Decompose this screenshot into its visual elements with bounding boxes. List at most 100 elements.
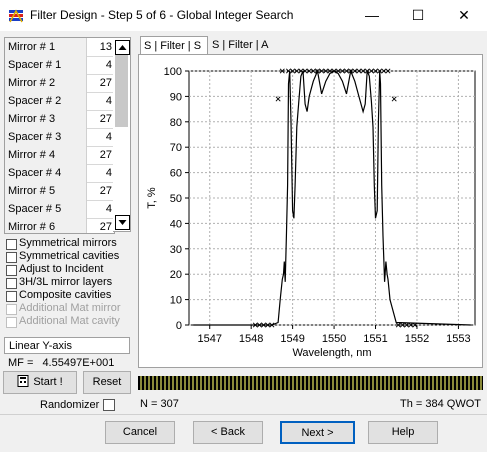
y-tick-label: 80: [170, 117, 182, 129]
randomizer-checkbox[interactable]: [103, 399, 115, 411]
scroll-up-icon: [118, 45, 127, 50]
thickness-status: Th = 384 QWOT: [400, 398, 481, 410]
option-label: Symmetrical cavities: [19, 250, 120, 262]
layer-row[interactable]: Spacer # 54: [5, 200, 114, 219]
start-label: Start !: [33, 376, 63, 388]
scroll-up-button[interactable]: [115, 40, 130, 55]
grid-scrollbar[interactable]: [113, 37, 131, 232]
layer-name: Spacer # 5: [5, 200, 87, 218]
checkbox-box[interactable]: [6, 252, 17, 263]
layer-name: Mirror # 2: [5, 74, 87, 92]
option-checkbox[interactable]: Symmetrical cavities: [6, 250, 134, 263]
window-title: Filter Design - Step 5 of 6 - Global Int…: [30, 8, 294, 22]
x-tick-label: 1549: [280, 333, 304, 345]
scroll-thumb[interactable]: [115, 55, 128, 127]
scroll-down-icon: [118, 220, 127, 225]
cancel-button[interactable]: Cancel: [105, 421, 175, 444]
option-label: Additional Mat cavity: [19, 315, 120, 327]
layer-value[interactable]: 27: [87, 218, 114, 233]
back-button[interactable]: < Back: [193, 421, 263, 444]
y-tick-label: 0: [176, 320, 182, 332]
layer-row[interactable]: Mirror # 4 27: [5, 146, 114, 165]
tab-s-filter-s[interactable]: S | Filter | S: [140, 36, 208, 54]
app-icon: [9, 9, 23, 23]
y-tick-label: 60: [170, 168, 182, 180]
y-tick-label: 50: [170, 193, 182, 205]
footer-divider: [0, 414, 487, 415]
layer-name: Mirror # 4: [5, 146, 87, 164]
layer-value[interactable]: 27: [87, 110, 114, 128]
randomizer-label: Randomizer: [40, 399, 100, 411]
layer-value[interactable]: 4: [87, 92, 114, 110]
x-axis-label: Wavelength, nm: [292, 347, 371, 359]
option-checkbox[interactable]: Adjust to Incident: [6, 263, 134, 276]
option-label: 3H/3L mirror layers: [19, 276, 113, 288]
option-label: Additional Mat mirror: [19, 302, 121, 314]
checkbox-box: [6, 304, 17, 315]
layer-row[interactable]: Mirror # 3 27: [5, 110, 114, 129]
next-button[interactable]: Next >: [280, 421, 355, 444]
plot-area: [188, 70, 476, 326]
layer-value[interactable]: 4: [87, 164, 114, 182]
close-button[interactable]: ✕: [441, 0, 487, 31]
axis-mode-select[interactable]: Linear Y-axis: [4, 337, 130, 354]
y-tick-label: 10: [170, 295, 182, 307]
x-tick-label: 1553: [446, 333, 470, 345]
layer-grid[interactable]: Mirror # 1 13 Spacer # 1 4 Mirror # 2 27 Space…: [4, 37, 115, 234]
y-axis-label: T, %: [146, 187, 158, 209]
search-progress-bar: [138, 376, 483, 390]
layer-row[interactable]: Mirror # 6 27: [5, 218, 114, 233]
layer-value[interactable]: 4: [87, 56, 114, 74]
layer-row[interactable]: Spacer # 44: [5, 164, 114, 183]
option-checkbox: Additional Mat mirror: [6, 302, 134, 315]
layer-name: Spacer # 2: [5, 92, 87, 110]
y-tick-label: 30: [170, 244, 182, 256]
chart-svg: 1547 1548 1549 1550 1551 1552 1553 0 10 20 30 40 50 6…: [146, 66, 476, 359]
layer-name: Mirror # 3: [5, 110, 87, 128]
y-tick-label: 100: [164, 66, 182, 78]
transmission-chart: 1547 1548 1549 1550 1551 1552 1553 0 10 20 30 40 50 6…: [138, 54, 483, 368]
option-checkbox[interactable]: Symmetrical mirrors: [6, 237, 134, 250]
reset-button[interactable]: Reset: [83, 371, 131, 394]
option-checkbox[interactable]: Composite cavities: [6, 289, 134, 302]
scroll-down-button[interactable]: [115, 215, 130, 230]
layer-row[interactable]: Mirror # 1 13: [5, 38, 114, 57]
layer-value[interactable]: 13: [87, 38, 114, 56]
y-tick-label: 40: [170, 218, 182, 230]
layer-value[interactable]: 4: [87, 128, 114, 146]
layer-row[interactable]: Spacer # 24: [5, 92, 114, 111]
option-label: Composite cavities: [19, 289, 112, 301]
merit-function-readout: MF = 4.55497E+001: [8, 357, 114, 369]
start-button[interactable]: Start !: [3, 371, 77, 394]
option-label: Adjust to Incident: [19, 263, 104, 275]
y-tick-label: 90: [170, 91, 182, 103]
checkbox-box[interactable]: [6, 265, 17, 276]
maximize-button[interactable]: ☐: [395, 0, 441, 31]
option-label: Symmetrical mirrors: [19, 237, 117, 249]
option-checkbox[interactable]: 3H/3L mirror layers: [6, 276, 134, 289]
minimize-button[interactable]: —: [349, 0, 395, 31]
layer-value[interactable]: 27: [87, 74, 114, 92]
y-tick-label: 20: [170, 269, 182, 281]
tab-s-filter-a[interactable]: S | Filter | A: [209, 36, 271, 54]
layer-value[interactable]: 4: [87, 200, 114, 218]
y-tick-label: 70: [170, 142, 182, 154]
x-tick-label: 1551: [363, 333, 387, 345]
option-checkbox: Additional Mat cavity: [6, 315, 134, 328]
layer-row[interactable]: Spacer # 34: [5, 128, 114, 147]
layer-name: Spacer # 3: [5, 128, 87, 146]
layer-value[interactable]: 27: [87, 182, 114, 200]
checkbox-box[interactable]: [6, 239, 17, 250]
layer-value[interactable]: 27: [87, 146, 114, 164]
layer-name: Mirror # 1: [5, 38, 87, 56]
layer-row[interactable]: Mirror # 5 27: [5, 182, 114, 201]
checkbox-box[interactable]: [6, 291, 17, 302]
layer-row[interactable]: Spacer # 14: [5, 56, 114, 75]
calculator-icon: [17, 375, 29, 387]
layer-name: Spacer # 1: [5, 56, 87, 74]
layer-row[interactable]: Mirror # 2 27: [5, 74, 114, 93]
x-tick-label: 1547: [197, 333, 221, 345]
checkbox-box[interactable]: [6, 278, 17, 289]
help-button[interactable]: Help: [368, 421, 438, 444]
options-panel: Symmetrical mirrors Symmetrical cavities A…: [6, 237, 134, 328]
